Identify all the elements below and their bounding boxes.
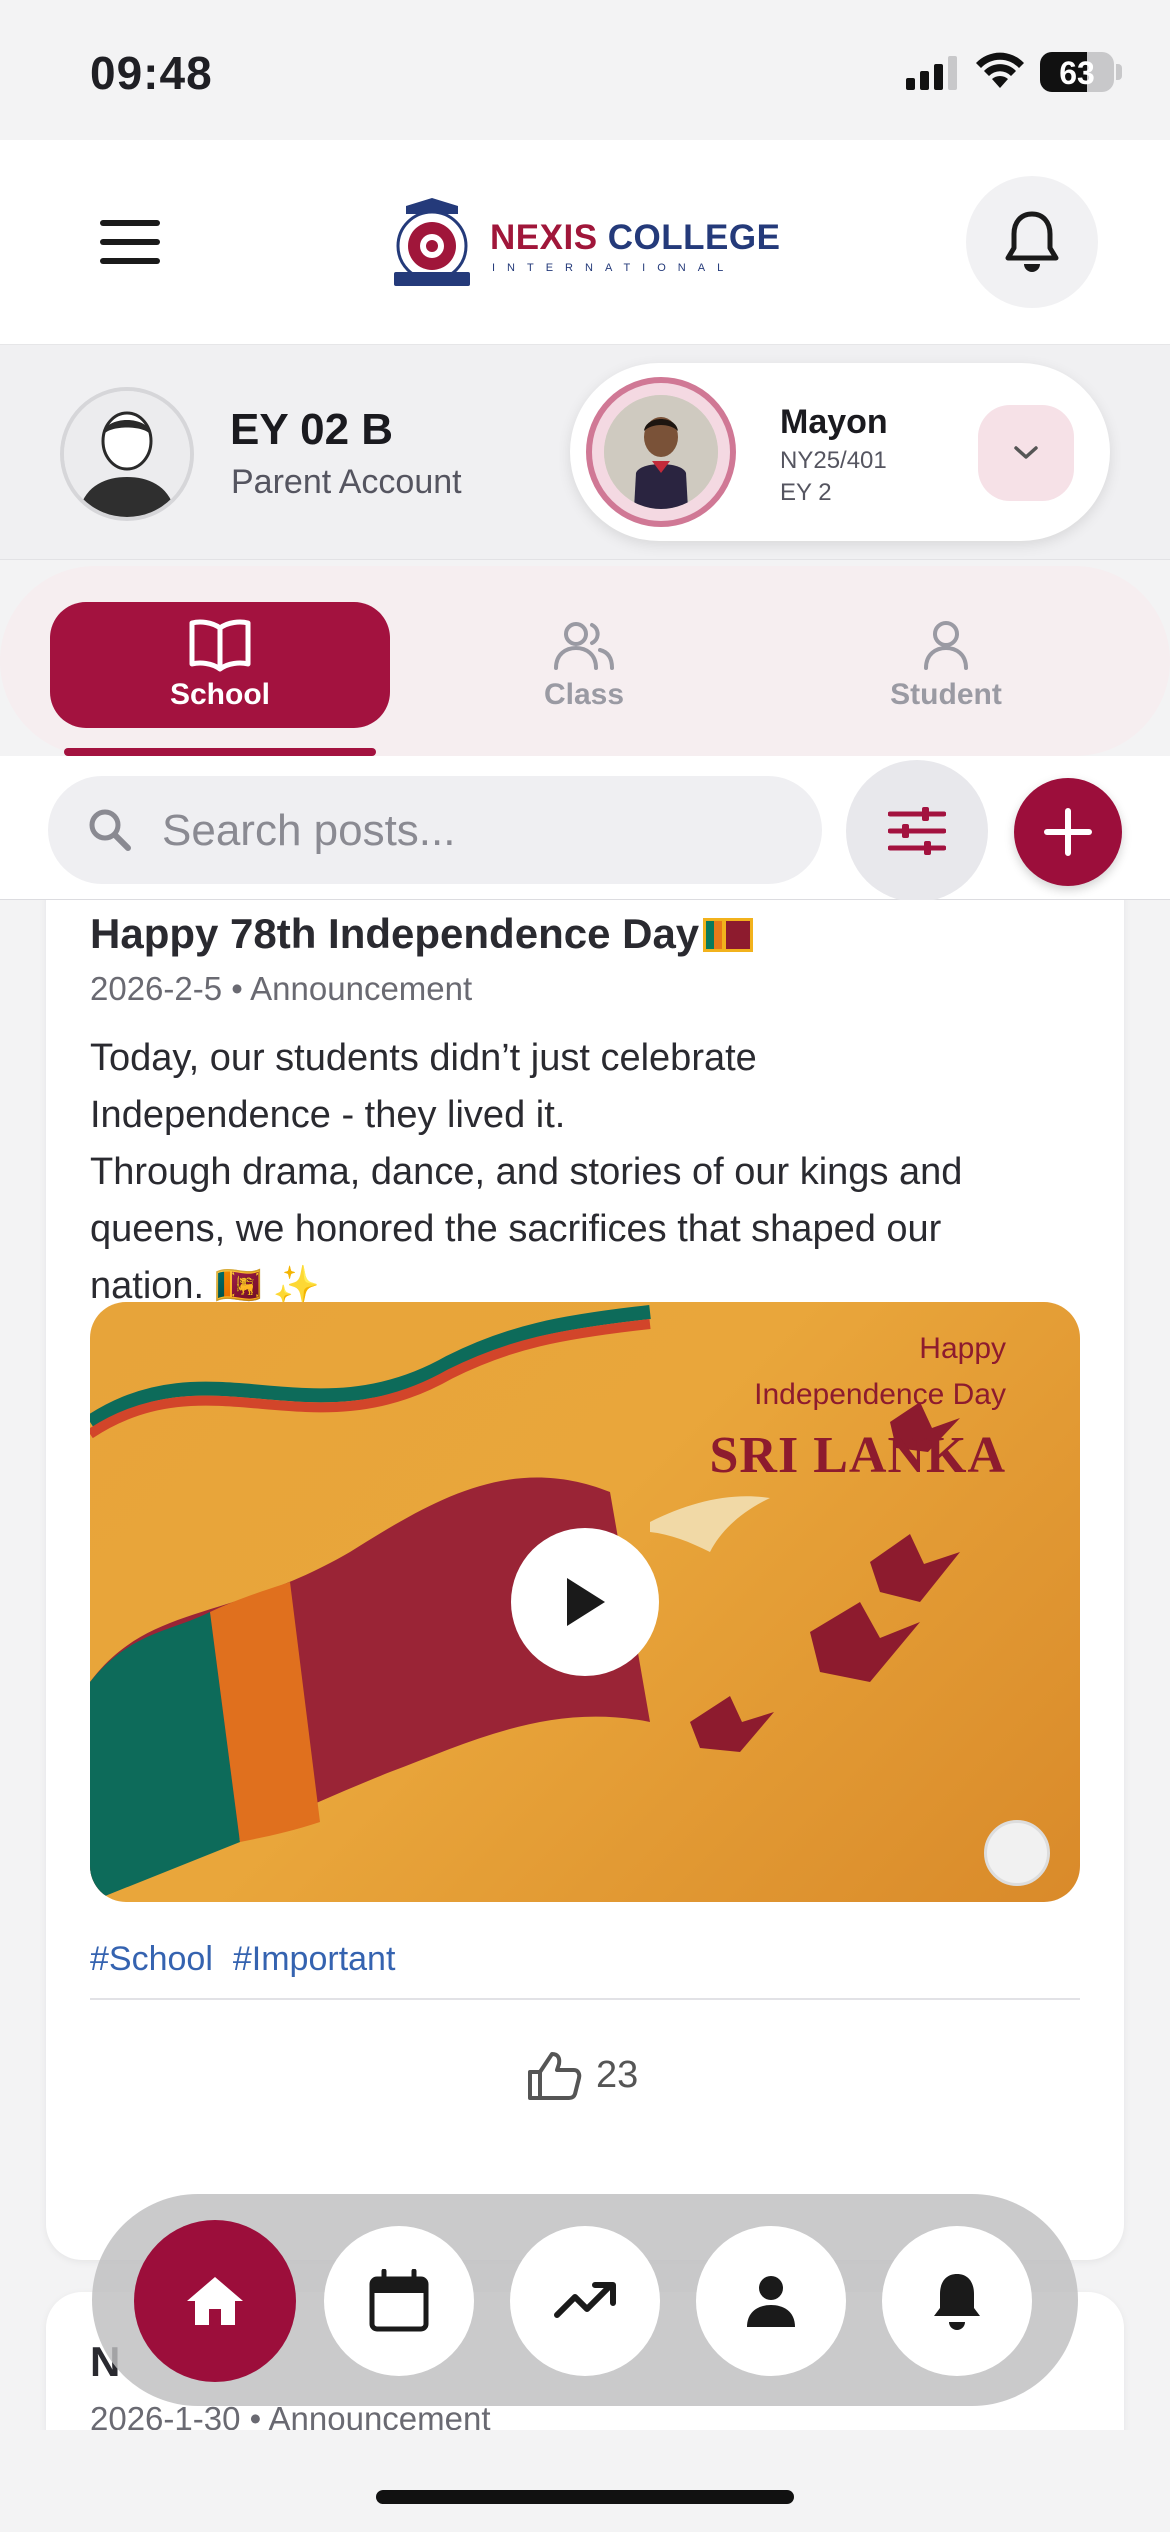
logo-name-part1: NEXIS [490,218,598,257]
search-icon [89,809,131,851]
book-open-icon [189,619,251,672]
student-photo-ring [586,377,736,527]
search-row: Search posts... [0,756,1170,902]
search-placeholder: Search posts... [162,806,456,855]
notifications-button[interactable] [966,176,1098,308]
battery-percent: 63 [1059,55,1095,91]
nav-progress-button[interactable] [510,2226,660,2376]
post-title: Happy 78th Independence Day [90,910,754,958]
tab-student[interactable]: Student [776,602,1116,728]
college-logo: NEXIS COLLEGE INTERNATIONAL [386,196,780,292]
bell-icon [934,2274,980,2330]
tab-student-label: Student [890,678,1002,711]
hamburger-menu-icon[interactable] [100,220,160,264]
post-tags: #School #Important [90,1940,415,1979]
feed-tabs: School Class Student [0,566,1170,756]
person-icon [747,2276,795,2327]
bottom-navigation [92,2194,1078,2406]
app-header: NEXIS COLLEGE INTERNATIONAL [0,140,1170,345]
nav-profile-button[interactable] [696,2226,846,2376]
parent-role: Parent Account [231,463,462,501]
status-time: 09:48 [90,47,213,99]
image-caption-independence-day: Independence Day [754,1378,1006,1411]
parent-name: EY 02 B [230,405,394,454]
like-count: 23 [596,2053,639,2096]
student-selector[interactable]: Mayon NY25/401 EY 2 [570,363,1110,541]
post-title-text: Happy 78th Independence Day [90,910,700,957]
sliders-icon [888,807,946,855]
play-icon [567,1578,605,1626]
post-video-thumbnail[interactable]: Happy Independence Day SRI LANKA [90,1302,1080,1902]
nav-home-button[interactable] [134,2220,296,2382]
student-portrait-image [604,395,718,509]
nav-calendar-button[interactable] [324,2226,474,2376]
student-name: Mayon [780,403,888,441]
cellular-signal-icon [906,56,957,90]
battery-cap [1116,64,1122,80]
trending-up-icon [554,2282,616,2318]
logo-subtitle: INTERNATIONAL [492,262,736,274]
student-photo [604,395,718,509]
post-body: Today, our students didn’t just celebrat… [90,1037,963,1307]
student-id: NY25/401 [780,447,887,474]
sri-lanka-flag-icon [703,918,754,952]
user-icon [924,621,968,670]
status-bar: 09:48 63 [0,0,1170,140]
post-divider [90,1998,1080,2000]
student-class: EY 2 [780,479,832,506]
student-dropdown-button[interactable] [978,405,1074,501]
add-post-button[interactable] [1014,778,1122,886]
tag-link[interactable]: #School [90,1940,213,1978]
thumbs-up-icon [528,2052,582,2100]
post-card: Happy 78th Independence Day 2026-2-5 • A… [46,900,1124,2260]
active-tab-indicator [64,748,376,756]
home-indicator [376,2490,794,2504]
logo-wordmark: NEXIS COLLEGE [490,218,780,258]
parent-avatar[interactable] [60,387,194,521]
bell-icon [1005,211,1059,272]
like-button[interactable]: 23 [526,2050,638,2100]
college-crest-icon [394,198,470,286]
post-meta: 2026-2-5 • Announcement [90,970,473,1007]
image-caption-happy: Happy [919,1332,1006,1365]
wifi-icon [976,52,1024,88]
tab-class[interactable]: Class [414,602,754,728]
person-silhouette-icon [64,391,190,517]
filter-button[interactable] [846,760,988,902]
college-watermark-logo [984,1820,1050,1886]
search-input[interactable]: Search posts... [48,776,822,884]
tab-class-label: Class [543,678,625,711]
calendar-icon [369,2269,429,2332]
tag-link[interactable]: #Important [233,1940,396,1978]
image-caption-sri-lanka: SRI LANKA [709,1427,1006,1484]
tab-school[interactable]: School [50,602,390,728]
plus-icon [1044,808,1092,856]
logo-name-part2: COLLEGE [607,218,781,257]
home-icon [187,2277,243,2325]
nav-notifications-button[interactable] [882,2226,1032,2376]
account-row: EY 02 B Parent Account Mayon NY25/401 EY… [0,345,1170,560]
battery-icon: 63 [1040,52,1114,92]
users-icon [554,622,614,670]
play-button[interactable] [511,1528,659,1676]
chevron-down-icon [1014,446,1038,459]
tab-school-label: School [169,678,270,711]
